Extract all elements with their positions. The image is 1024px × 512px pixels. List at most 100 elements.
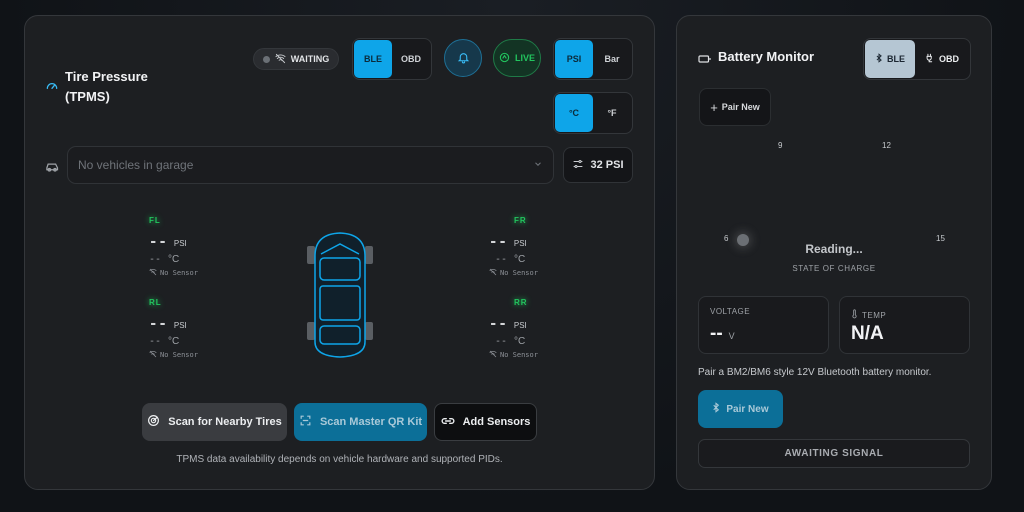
tire-fl-sensor-status: No Sensor [149,268,239,278]
pair-new-button[interactable]: Pair New [698,390,783,428]
plug-icon [925,53,935,65]
tire-rr-temp: -- [495,336,508,347]
link-icon [441,415,455,430]
scan-qr-label: Scan Master QR Kit [319,416,423,428]
bluetooth-icon [712,402,720,416]
thermometer-icon [851,306,858,324]
battery-obd-option[interactable]: OBD [915,40,969,78]
tire-fr-pressure: -- [489,234,508,250]
tpms-connection-toggle: BLE OBD [352,38,432,80]
tpms-obd-option[interactable]: OBD [392,40,430,78]
gauge-icon [45,79,59,98]
vehicle-select[interactable]: No vehicles in garage [67,146,554,184]
tire-rr-pressure: -- [489,316,508,332]
pressure-unit-toggle: PSI Bar [553,38,633,80]
tire-fl-pressure-unit: PSI [173,239,187,248]
tpms-ble-option[interactable]: BLE [354,40,392,78]
battery-title: Battery Monitor [718,49,815,64]
status-text: WAITING [290,54,330,64]
tire-rr-pressure-unit: PSI [513,321,527,330]
live-label: LIVE [514,53,535,63]
signal-off-icon [489,350,497,360]
target-pressure-value: 32 PSI [590,159,624,171]
tire-rl-temp: -- [149,336,162,347]
bar-option[interactable]: Bar [593,40,631,78]
battery-icon [698,51,711,69]
temp-label: TEMP [862,310,887,320]
plus-icon: + [710,99,718,115]
tire-fr-sensor-text: No Sensor [500,269,538,277]
voltage-card: VOLTAGE -- V [698,296,829,354]
tire-rr-sensor-status: No Sensor [489,350,579,360]
target-pressure-button[interactable]: 32 PSI [563,147,633,183]
gauge-tick-12: 12 [882,141,891,150]
alerts-button[interactable] [444,39,482,77]
add-sensors-button[interactable]: Add Sensors [434,403,537,441]
gauge-caption: STATE OF CHARGE [792,264,876,273]
battery-hint: Pair a BM2/BM6 style 12V Bluetooth batte… [698,367,932,378]
tire-fr: FR -- PSI -- °C No Sensor [489,216,579,278]
battery-ble-label: BLE [887,54,905,64]
tire-rl: RL -- PSI -- °C No Sensor [149,298,239,360]
tire-fl-temp-unit: °C [168,254,180,265]
tire-rl-temp-unit: °C [168,336,180,347]
gauge-tick-9: 9 [778,141,783,150]
tire-rr-temp-unit: °C [514,336,526,347]
tire-rr: RR -- PSI -- °C No Sensor [489,298,579,360]
tire-rl-sensor-text: No Sensor [160,351,198,359]
signal-off-icon [149,350,157,360]
pair-new-small-button[interactable]: + Pair New [699,88,771,126]
signal-off-icon [275,53,286,66]
signal-status-text: AWAITING SIGNAL [784,448,884,459]
chevron-down-icon [533,156,543,174]
tire-fr-temp: -- [495,254,508,265]
signal-off-icon [149,268,157,278]
psi-option[interactable]: PSI [555,40,593,78]
live-icon [499,52,510,65]
tire-fl-sensor-text: No Sensor [160,269,198,277]
tire-fr-pressure-unit: PSI [513,239,527,248]
celsius-option[interactable]: °C [555,94,593,132]
radar-icon [147,414,160,430]
tire-fl-pressure: -- [149,234,168,250]
tire-fl-temp: -- [149,254,162,265]
bell-icon [457,51,470,66]
signal-off-icon [489,268,497,278]
tire-rl-sensor-status: No Sensor [149,350,239,360]
tire-fl: FL -- PSI -- °C No Sensor [149,216,239,278]
status-dot [262,55,270,63]
tire-rr-label: RR [514,298,528,307]
scan-nearby-button[interactable]: Scan for Nearby Tires [142,403,287,441]
voltage-unit: V [728,331,735,341]
add-sensors-label: Add Sensors [462,416,531,428]
tire-fr-temp-unit: °C [514,254,526,265]
bluetooth-icon [875,53,883,65]
tpms-title-line2: (TPMS) [65,89,110,104]
sliders-icon [572,158,584,173]
battery-ble-option[interactable]: BLE [865,40,915,78]
gauge-reading: Reading... [805,242,863,256]
voltage-label: VOLTAGE [710,307,751,316]
vehicle-select-placeholder: No vehicles in garage [78,158,194,172]
status-badge: WAITING [253,48,339,70]
temp-value: N/A [851,323,884,344]
car-diagram-icon [305,230,375,365]
battery-panel: Battery Monitor BLE OBD + Pair New 9 12 … [676,15,992,490]
battery-obd-label: OBD [939,54,959,64]
fahrenheit-option[interactable]: °F [593,94,631,132]
qr-scan-icon [299,414,312,430]
tire-fr-label: FR [514,216,527,225]
tpms-title: Tire Pressure (TPMS) [65,67,148,107]
tire-rl-pressure-unit: PSI [173,321,187,330]
tpms-footnote: TPMS data availability depends on vehicl… [176,454,503,465]
battery-connection-toggle: BLE OBD [863,38,971,80]
scan-nearby-label: Scan for Nearby Tires [168,416,282,428]
temp-card: TEMP N/A [839,296,970,354]
live-button[interactable]: LIVE [493,39,541,77]
pair-new-label: Pair New [726,403,769,415]
tire-rl-label: RL [149,298,162,307]
tire-fr-sensor-status: No Sensor [489,268,579,278]
signal-status-bar: AWAITING SIGNAL [698,439,970,468]
scan-qr-button[interactable]: Scan Master QR Kit [294,403,427,441]
voltage-value: -- [710,323,723,344]
